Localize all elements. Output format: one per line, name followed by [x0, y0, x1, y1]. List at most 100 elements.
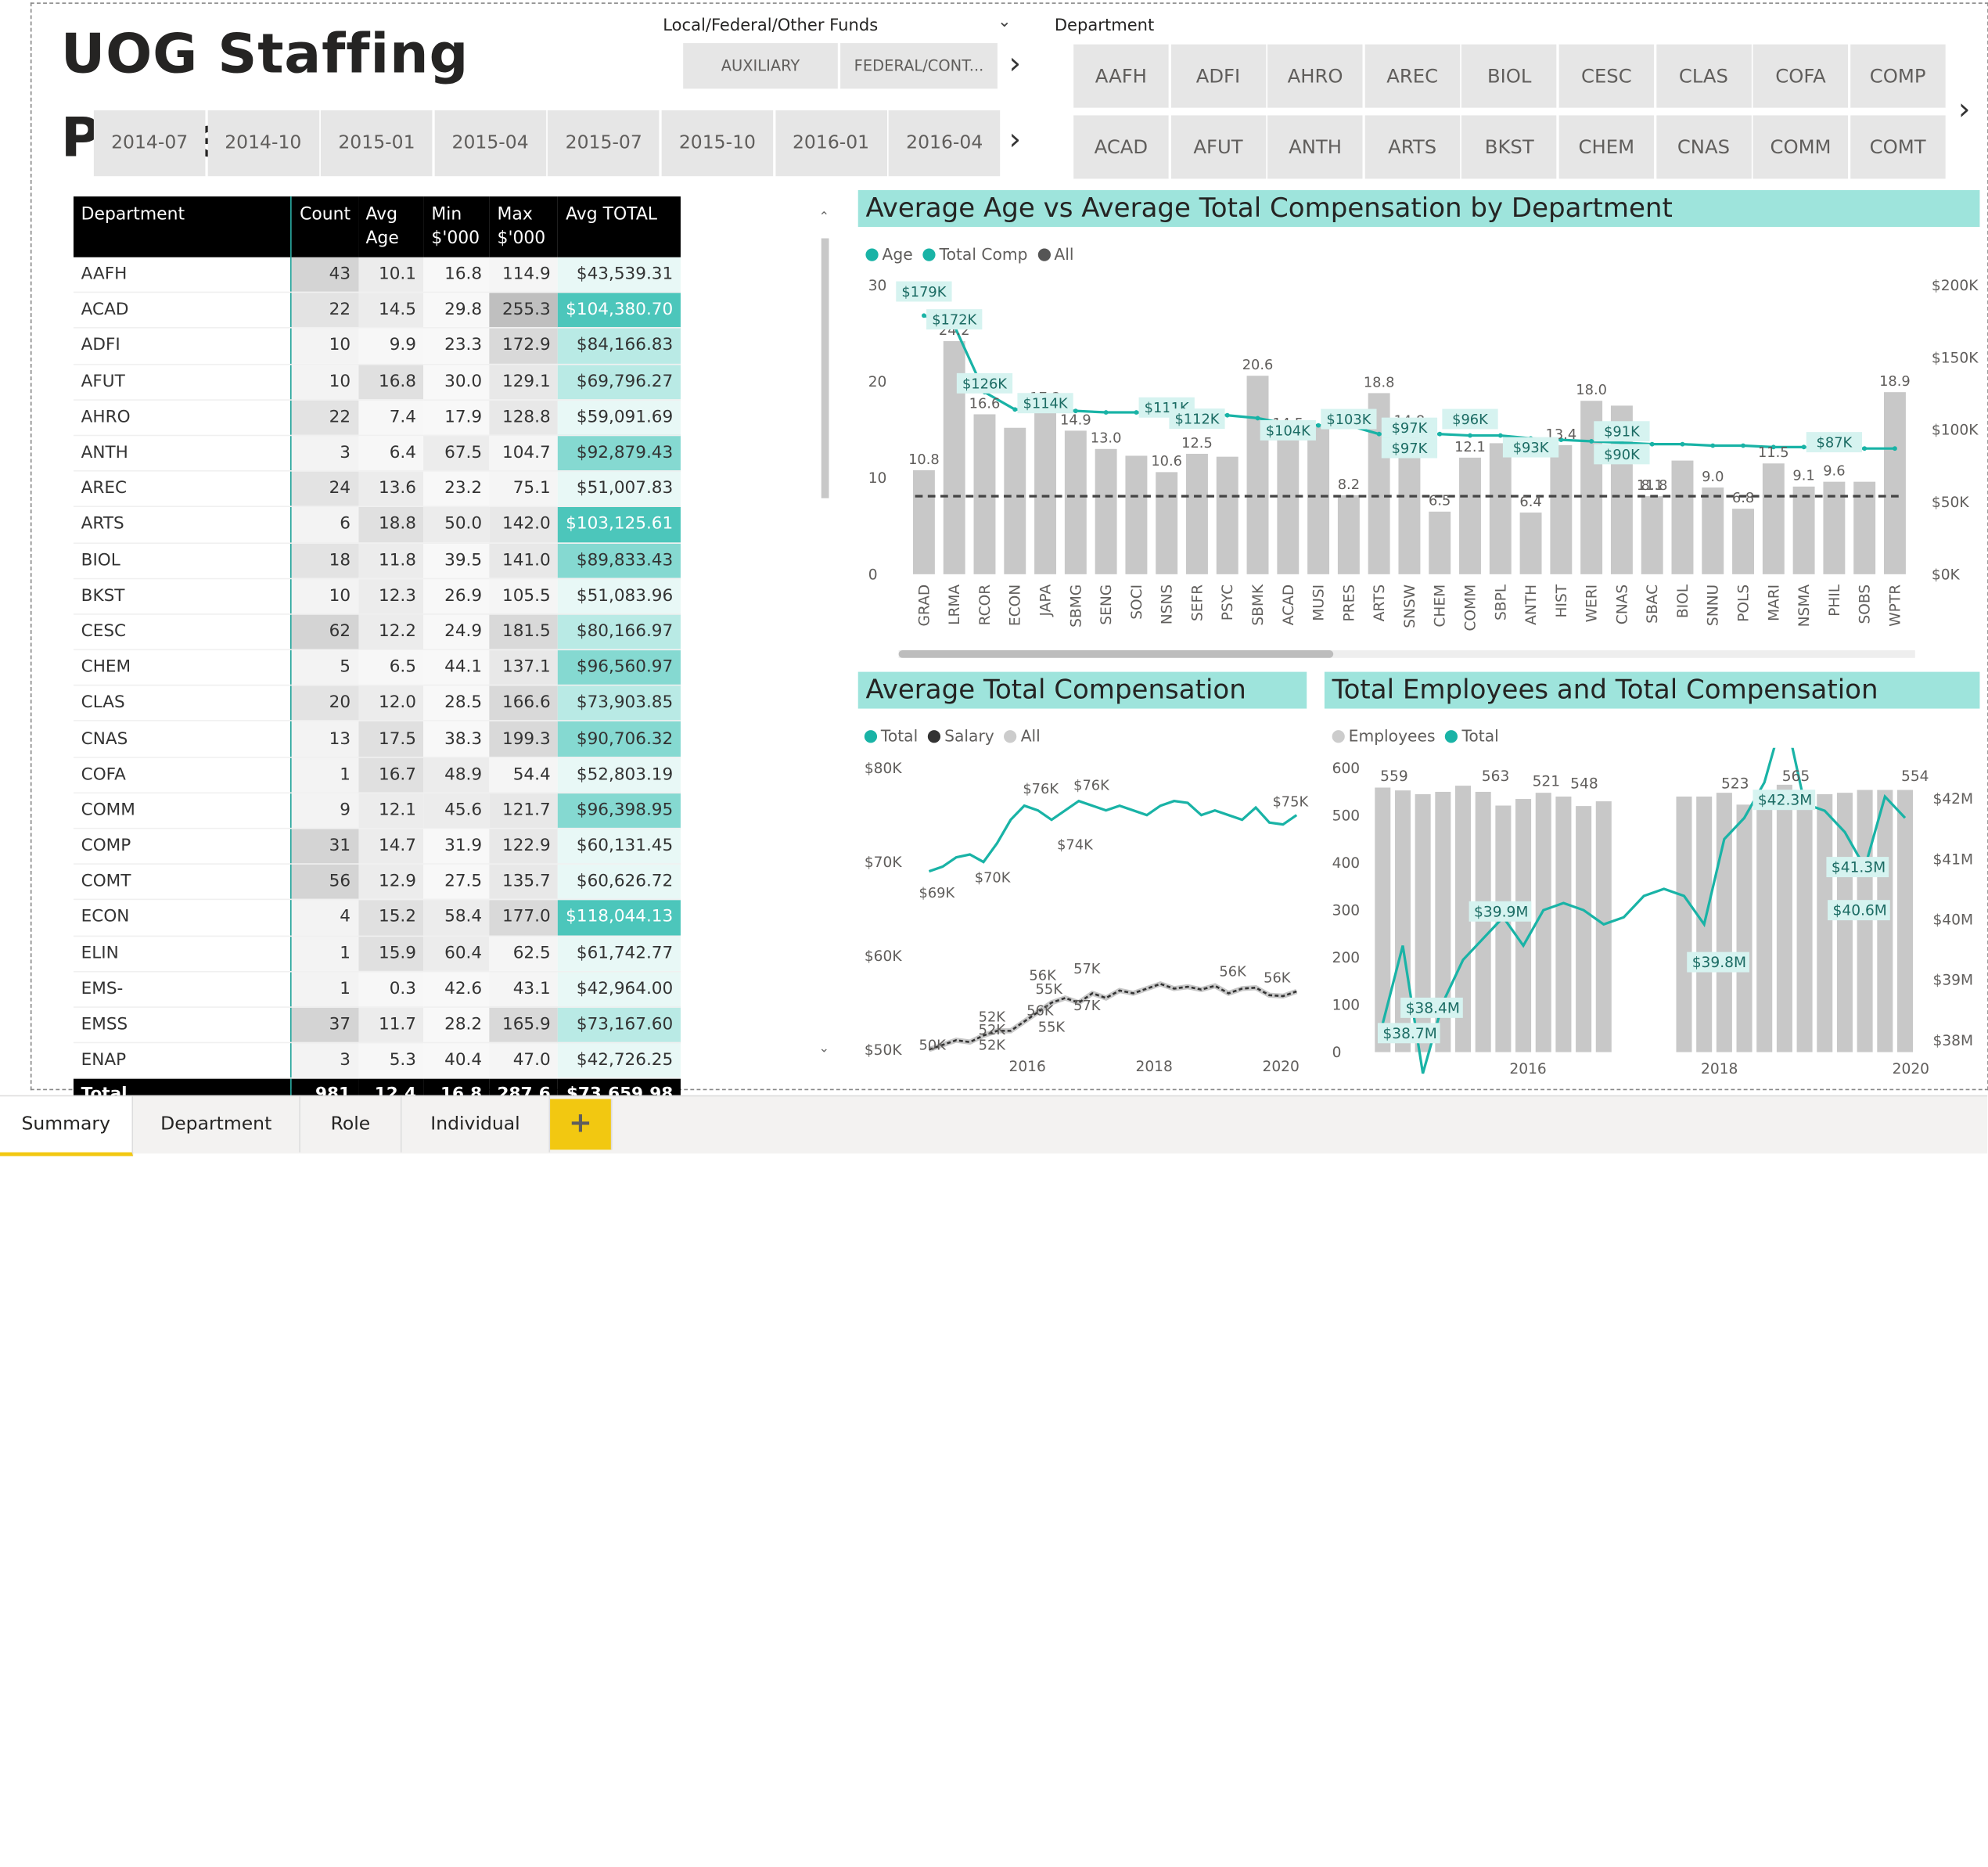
department-chip[interactable]: COMT — [1850, 115, 1946, 179]
data-label: $41.3M — [1832, 860, 1886, 876]
department-chip[interactable]: CESC — [1558, 44, 1655, 108]
date-next-arrow-icon[interactable]: › — [1009, 122, 1022, 157]
y-left-tick: 100 — [1332, 998, 1361, 1014]
funds-chip-federal[interactable]: FEDERAL/CONT... — [840, 43, 998, 89]
data-label: $69K — [919, 885, 956, 901]
department-chip[interactable]: ANTH — [1267, 115, 1363, 179]
legend-totalcomp[interactable]: Total Comp — [940, 245, 1028, 264]
table-row[interactable]: COMP 31 14.7 31.9 122.9 $60,131.45 — [73, 828, 681, 865]
employees-bar — [1515, 799, 1532, 1052]
date-chip[interactable]: 2014-10 — [207, 110, 319, 177]
age-bar — [1883, 392, 1906, 574]
tab-individual[interactable]: Individual — [401, 1096, 551, 1153]
comp-data-label: $114K — [1023, 396, 1069, 412]
date-chip[interactable]: 2014-07 — [93, 110, 206, 177]
table-row[interactable]: AAFH 43 10.1 16.8 114.9 $43,539.31 — [73, 257, 681, 293]
date-chip[interactable]: 2016-01 — [775, 110, 887, 177]
total-comp-point — [1741, 443, 1745, 448]
table-row[interactable]: AHRO 22 7.4 17.9 128.8 $59,091.69 — [73, 399, 681, 437]
table-row[interactable]: ACAD 22 14.5 29.8 255.3 $104,380.70 — [73, 292, 681, 329]
scroll-thumb[interactable] — [821, 238, 829, 498]
table-row[interactable]: ECON 4 15.2 58.4 177.0 $118,044.13 — [73, 899, 681, 937]
table-row[interactable]: CHEM 5 6.5 44.1 137.1 $96,560.97 — [73, 649, 681, 686]
table-header-cell[interactable]: Min $'000 — [423, 196, 490, 257]
add-page-button[interactable]: + — [550, 1099, 613, 1150]
table-header-cell[interactable]: Count — [291, 196, 358, 257]
chevron-down-icon[interactable]: ⌄ — [998, 13, 1012, 31]
department-chip[interactable]: AAFH — [1073, 44, 1169, 108]
value-cell: 1 — [291, 935, 358, 973]
age-bar — [1429, 511, 1451, 574]
age-bar — [973, 414, 996, 574]
table-row[interactable]: COFA 1 16.7 48.9 54.4 $52,803.19 — [73, 757, 681, 793]
table-row[interactable]: ARTS 6 18.8 50.0 142.0 $103,125.61 — [73, 506, 681, 544]
table-row[interactable]: AREC 24 13.6 23.2 75.1 $51,007.83 — [73, 471, 681, 508]
total-comp-point — [1316, 423, 1321, 428]
table-header-cell[interactable]: Department — [73, 196, 293, 257]
table-row[interactable]: CNAS 13 17.5 38.3 199.3 $90,706.32 — [73, 721, 681, 758]
value-cell: 105.5 — [489, 578, 559, 615]
department-chip[interactable]: AFUT — [1170, 115, 1266, 179]
table-row[interactable]: EMSS 37 11.7 28.2 165.9 $73,167.60 — [73, 1006, 681, 1044]
date-chip[interactable]: 2015-10 — [661, 110, 774, 177]
funds-next-arrow-icon[interactable]: › — [1009, 45, 1022, 81]
table-row[interactable]: EMS- 1 0.3 42.6 43.1 $42,964.00 — [73, 971, 681, 1008]
table-header-cell[interactable]: Avg Age — [358, 196, 424, 257]
x-category-label: NSNS — [1159, 585, 1176, 624]
table-row[interactable]: ENAP 3 5.3 40.4 47.0 $42,726.25 — [73, 1042, 681, 1080]
legend-all2[interactable]: All — [1021, 726, 1041, 745]
value-cell: 16.7 — [358, 757, 424, 793]
scroll-up-icon[interactable]: ⌃ — [819, 210, 830, 225]
table-row[interactable]: BKST 10 12.3 26.9 105.5 $51,083.96 — [73, 578, 681, 615]
table-row[interactable]: ELIN 1 15.9 60.4 62.5 $61,742.77 — [73, 935, 681, 973]
table-row[interactable]: BIOL 18 11.8 39.5 141.0 $89,833.43 — [73, 542, 681, 579]
legend-total3[interactable]: Total — [1461, 726, 1498, 745]
department-chip[interactable]: CHEM — [1558, 115, 1655, 179]
table-row[interactable]: CESC 62 12.2 24.9 181.5 $80,166.97 — [73, 613, 681, 651]
table-row[interactable]: COMT 56 12.9 27.5 135.7 $60,626.72 — [73, 864, 681, 901]
department-chip[interactable]: ADFI — [1170, 44, 1266, 108]
department-chip[interactable]: CNAS — [1655, 115, 1752, 179]
department-chip[interactable]: COMP — [1850, 44, 1946, 108]
department-chip[interactable]: BIOL — [1461, 44, 1557, 108]
date-chip[interactable]: 2015-04 — [434, 110, 546, 177]
date-chip[interactable]: 2015-07 — [548, 110, 660, 177]
date-chip[interactable]: 2016-04 — [888, 110, 1001, 177]
value-cell: 3 — [291, 1042, 358, 1080]
table-scrollbar[interactable]: ⌃ ⌄ — [819, 210, 832, 1056]
tab-role[interactable]: Role — [300, 1096, 402, 1153]
value-cell: 62.5 — [489, 935, 559, 973]
table-row[interactable]: ANTH 3 6.4 67.5 104.7 $92,879.43 — [73, 435, 681, 472]
department-chip[interactable]: ACAD — [1073, 115, 1169, 179]
table-header-cell[interactable]: Avg TOTAL — [558, 196, 681, 257]
legend-all[interactable]: All — [1054, 245, 1073, 264]
department-chip[interactable]: CLAS — [1655, 44, 1752, 108]
date-chip[interactable]: 2015-01 — [321, 110, 433, 177]
department-chip[interactable]: COFA — [1753, 44, 1849, 108]
dept-next-arrow-icon[interactable]: › — [1958, 92, 1971, 127]
legend-age[interactable]: Age — [883, 245, 913, 264]
legend-total[interactable]: Total — [881, 726, 918, 745]
value-cell: 104.7 — [489, 435, 559, 472]
department-chip[interactable]: AREC — [1364, 44, 1460, 108]
legend-salary[interactable]: Salary — [944, 726, 994, 745]
table-row[interactable]: CLAS 20 12.0 28.5 166.6 $73,903.85 — [73, 685, 681, 722]
y-right-tick: $150K — [1932, 350, 1979, 366]
dept-cell: COFA — [73, 757, 293, 793]
funds-chip-auxiliary[interactable]: AUXILIARY — [683, 43, 838, 89]
department-chip[interactable]: AHRO — [1267, 44, 1363, 108]
department-chip[interactable]: ARTS — [1364, 115, 1460, 179]
department-chip[interactable]: COMM — [1753, 115, 1849, 179]
table-row[interactable]: ADFI 10 9.9 23.3 172.9 $84,166.83 — [73, 328, 681, 365]
table-row[interactable]: COMM 9 12.1 45.6 121.7 $96,398.95 — [73, 793, 681, 829]
tab-summary[interactable]: Summary — [0, 1096, 134, 1157]
scroll-down-icon[interactable]: ⌄ — [819, 1042, 830, 1056]
tab-department[interactable]: Department — [133, 1096, 300, 1153]
y-left-tick: 30 — [868, 278, 887, 294]
legend-salary-icon — [928, 730, 941, 743]
department-chip[interactable]: BKST — [1461, 115, 1557, 179]
table-row[interactable]: AFUT 10 16.8 30.0 129.1 $69,796.27 — [73, 364, 681, 401]
legend-employees[interactable]: Employees — [1349, 726, 1436, 745]
chart-scrollbar-thumb[interactable] — [898, 650, 1334, 658]
table-header-cell[interactable]: Max $'000 — [489, 196, 559, 257]
